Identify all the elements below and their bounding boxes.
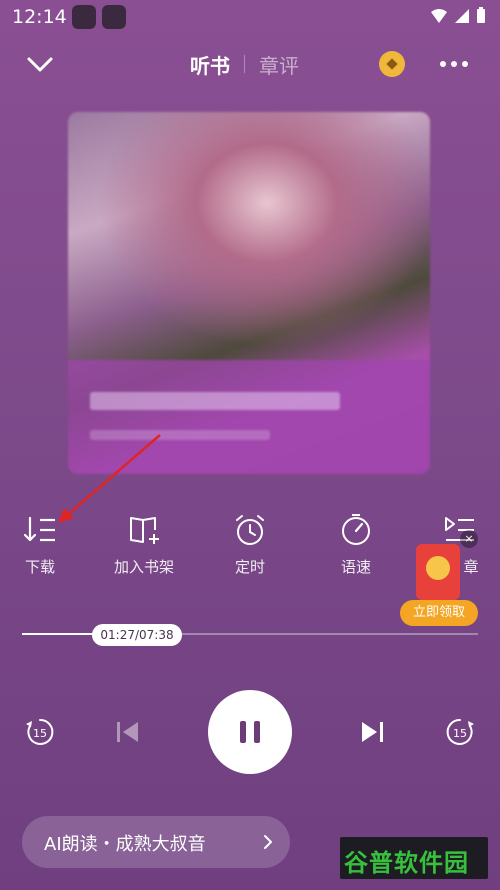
coin-icon[interactable]	[379, 51, 405, 77]
add-to-bookshelf-label: 加入书架	[113, 558, 174, 576]
playback-controls: 15 15	[0, 688, 500, 778]
forward-15-label: 15	[453, 727, 467, 740]
cover-artwork	[68, 112, 430, 372]
timer-button[interactable]: 定时	[226, 512, 274, 577]
status-bar: 12:14	[0, 0, 500, 34]
rewind-15-label: 15	[33, 727, 47, 740]
cover-chapter-title-blurred	[90, 392, 340, 410]
download-button[interactable]: 下载	[16, 512, 64, 577]
battery-icon	[477, 7, 485, 23]
next-chapter-button[interactable]	[358, 718, 386, 746]
more-options-icon[interactable]	[436, 52, 472, 76]
header-tabs: 听书 章评	[190, 50, 299, 79]
status-time: 12:14	[12, 6, 67, 28]
voice-selector-button[interactable]: AI朗读・成熟大叔音	[22, 816, 290, 868]
speed-gauge-icon	[342, 514, 370, 545]
tab-listen[interactable]: 听书	[190, 50, 230, 79]
collapse-chevron-icon[interactable]	[24, 50, 56, 78]
alarm-clock-icon	[236, 515, 264, 545]
red-packet-promo[interactable]: × 立即领取	[400, 530, 480, 628]
watermark-text: 谷普软件园	[344, 849, 469, 877]
wifi-icon	[431, 8, 447, 23]
previous-chapter-button[interactable]	[114, 718, 142, 746]
progress-thumb-time[interactable]: 01:27/07:38	[92, 624, 182, 646]
rewind-15-button[interactable]: 15	[22, 714, 58, 750]
book-cover-image	[68, 112, 430, 474]
pause-button[interactable]	[208, 690, 292, 774]
playback-progress-bar[interactable]: 01:27/07:38	[22, 624, 478, 646]
voice-label: AI朗读・成熟大叔音	[44, 834, 206, 855]
claim-now-button[interactable]: 立即领取	[400, 600, 478, 626]
player-header: 听书 章评	[0, 40, 500, 90]
download-list-icon	[23, 516, 55, 542]
forward-15-button[interactable]: 15	[442, 714, 478, 750]
notification-app-icon	[102, 5, 126, 29]
timer-label: 定时	[234, 558, 265, 576]
download-label: 下载	[24, 558, 55, 576]
chevron-right-icon	[264, 835, 272, 849]
add-to-bookshelf-button[interactable]: 加入书架	[104, 512, 184, 577]
status-indicators	[430, 7, 486, 24]
red-packet-close-button[interactable]: ×	[460, 530, 478, 548]
speed-label: 语速	[340, 558, 371, 576]
notification-app-icon	[72, 5, 96, 29]
site-watermark: 谷普软件园	[340, 837, 488, 879]
tab-chapter-comments[interactable]: 章评	[259, 50, 299, 79]
tab-divider	[244, 55, 245, 73]
red-packet-coin-icon	[426, 556, 450, 580]
speed-button[interactable]: 语速	[332, 512, 380, 577]
signal-icon	[455, 8, 469, 23]
bookshelf-add-icon	[130, 517, 159, 544]
